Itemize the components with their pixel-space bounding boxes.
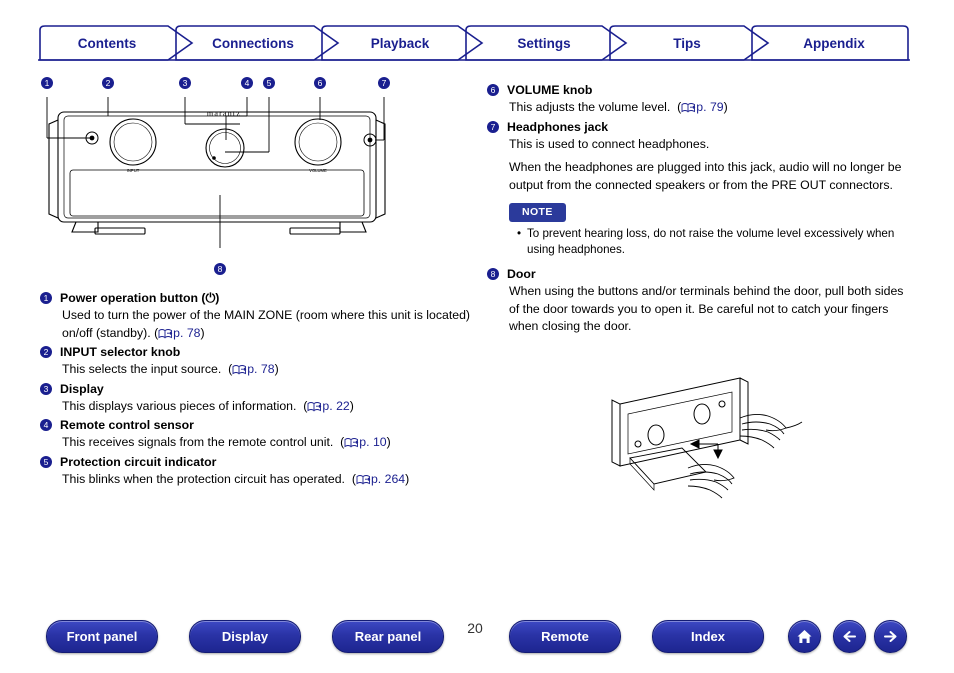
tab-tips[interactable]: Tips xyxy=(618,36,756,51)
page-reference[interactable]: (p. 78) xyxy=(154,326,205,340)
item-title: Door xyxy=(507,267,536,281)
item-power-operation-button: 1 Power operation button (⏻) Used to tur… xyxy=(40,290,485,342)
callout-1: 1 xyxy=(40,74,54,92)
item-title: Remote control sensor xyxy=(60,418,194,432)
page-reference[interactable]: (p. 22) xyxy=(303,399,354,413)
link-book-icon xyxy=(356,474,371,484)
left-description-column: 1 Power operation button (⏻) Used to tur… xyxy=(40,290,485,490)
page-reference[interactable]: (p. 79) xyxy=(677,100,728,114)
page-ref-text: p. 78 xyxy=(173,325,201,340)
note-text: To prevent hearing loss, do not raise th… xyxy=(527,227,895,256)
item-body: This displays various pieces of informat… xyxy=(60,398,485,416)
item-number: 6 xyxy=(487,84,499,96)
page-ref-text: p. 78 xyxy=(247,362,275,376)
item-volume-knob: 6 VOLUME knob This adjusts the volume le… xyxy=(487,82,917,117)
nav-rear-panel[interactable]: Rear panel xyxy=(332,620,444,653)
item-number: 1 xyxy=(40,292,52,304)
door-opening-illustration xyxy=(590,362,810,507)
item-body: This blinks when the protection circuit … xyxy=(60,471,485,489)
page-reference[interactable]: (p. 78) xyxy=(228,362,279,376)
item-remote-control-sensor: 4 Remote control sensor This receives si… xyxy=(40,417,485,452)
link-book-icon xyxy=(344,438,359,448)
link-book-icon xyxy=(681,103,696,113)
item-number: 4 xyxy=(40,419,52,431)
home-button[interactable] xyxy=(788,620,821,653)
callout-6: 6 xyxy=(313,74,327,92)
nav-display[interactable]: Display xyxy=(189,620,301,653)
item-body: This receives signals from the remote co… xyxy=(60,434,485,452)
page-ref-text: p. 22 xyxy=(322,398,350,413)
back-arrow-icon xyxy=(843,631,856,642)
item-input-selector-knob: 2 INPUT selector knob This selects the i… xyxy=(40,344,485,379)
back-button[interactable] xyxy=(833,620,866,653)
svg-text:VOLUME: VOLUME xyxy=(309,168,327,173)
note-content: • To prevent hearing loss, do not raise t… xyxy=(517,226,917,258)
tab-settings[interactable]: Settings xyxy=(474,36,614,51)
page-ref-text: p. 10 xyxy=(359,435,387,449)
note-badge: NOTE xyxy=(509,203,566,222)
link-book-icon xyxy=(158,328,173,338)
item-number: 8 xyxy=(487,268,499,280)
tab-bar-shape xyxy=(38,25,910,61)
item-title: Protection circuit indicator xyxy=(60,454,217,469)
svg-text:INPUT: INPUT xyxy=(127,168,140,173)
page-ref-text: p. 264 xyxy=(370,471,406,486)
callout-3: 3 xyxy=(178,74,192,92)
item-body: This adjusts the volume level. (p. 79) xyxy=(507,99,917,117)
item-title: Headphones jack xyxy=(507,119,609,134)
item-body: This selects the input source. (p. 78) xyxy=(60,361,485,379)
item-title: Display xyxy=(60,381,104,396)
item-title: VOLUME knob xyxy=(507,83,593,97)
page-reference[interactable]: (p. 10) xyxy=(340,435,391,449)
callout-5: 5 xyxy=(262,74,276,92)
nav-front-panel[interactable]: Front panel xyxy=(46,620,158,653)
item-body-text: This blinks when the protection circuit … xyxy=(62,471,345,486)
item-body-text: This selects the input source. xyxy=(62,362,222,376)
page-number: 20 xyxy=(467,620,483,636)
note-bullet: • xyxy=(517,227,522,240)
callout-8: 8 xyxy=(213,260,227,278)
link-book-icon xyxy=(307,401,322,411)
item-title: Power operation button (⏻) xyxy=(60,291,220,305)
item-protection-circuit-indicator: 5 Protection circuit indicator This blin… xyxy=(40,454,485,489)
callout-4: 4 xyxy=(240,74,254,92)
forward-button[interactable] xyxy=(874,620,907,653)
tab-playback[interactable]: Playback xyxy=(330,36,470,51)
item-body: When using the buttons and/or terminals … xyxy=(509,284,904,333)
item-number: 3 xyxy=(40,382,52,395)
item-body-text: This displays various pieces of informat… xyxy=(62,398,297,413)
item-number: 2 xyxy=(40,346,52,358)
front-panel-illustration: INPUT marantz VOLUME 1 2 3 4 5 6 7 8 xyxy=(40,76,470,295)
item-display: 3 Display This displays various pieces o… xyxy=(40,381,485,416)
link-book-icon xyxy=(232,365,247,375)
item-number: 7 xyxy=(487,120,499,133)
tab-connections[interactable]: Connections xyxy=(183,36,323,51)
tab-contents[interactable]: Contents xyxy=(42,36,172,51)
item-body-text: This adjusts the volume level. xyxy=(509,100,671,114)
tab-appendix[interactable]: Appendix xyxy=(760,36,908,51)
item-body: Used to turn the power of the MAIN ZONE … xyxy=(60,307,485,342)
callout-2: 2 xyxy=(101,74,115,92)
item-headphones-jack: 7 Headphones jack This is used to connec… xyxy=(487,119,917,195)
nav-index[interactable]: Index xyxy=(652,620,764,653)
item-body-text: This receives signals from the remote co… xyxy=(62,435,334,449)
top-tab-bar: Contents Connections Playback Settings T… xyxy=(0,0,954,62)
item-body: This is used to connect headphones. xyxy=(509,136,710,151)
front-panel-drawing: INPUT marantz VOLUME xyxy=(46,97,386,248)
page-ref-text: p. 79 xyxy=(696,100,724,114)
svg-text:marantz: marantz xyxy=(207,109,241,118)
door-drawing xyxy=(611,377,803,499)
item-body-secondary: When the headphones are plugged into thi… xyxy=(509,160,902,192)
right-description-column: 6 VOLUME knob This adjusts the volume le… xyxy=(487,82,917,338)
item-title: INPUT selector knob xyxy=(60,345,181,359)
forward-arrow-icon xyxy=(884,631,897,642)
item-number: 5 xyxy=(40,455,52,468)
note-box: NOTE • To prevent hearing loss, do not ra… xyxy=(509,202,917,258)
home-icon xyxy=(797,630,812,643)
item-door: 8 Door When using the buttons and/or ter… xyxy=(487,266,917,336)
nav-remote[interactable]: Remote xyxy=(509,620,621,653)
item-body-text: Used to turn the power of the MAIN ZONE … xyxy=(62,308,471,340)
page-reference[interactable]: (p. 264) xyxy=(352,472,409,486)
callout-7: 7 xyxy=(377,74,391,92)
